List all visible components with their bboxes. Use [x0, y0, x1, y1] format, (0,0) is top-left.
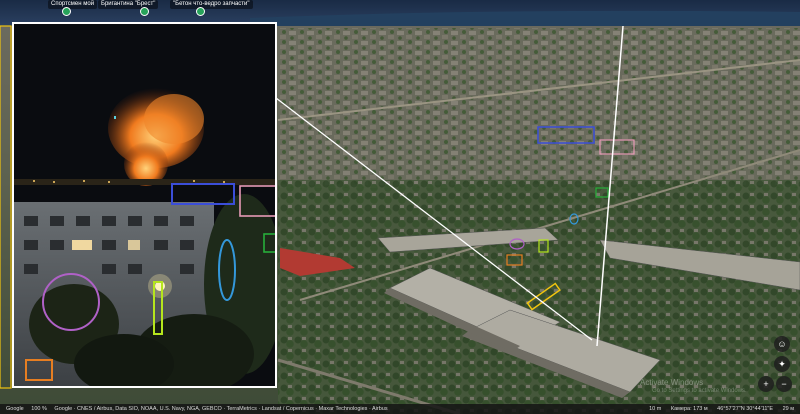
place-label-1[interactable]: Спортсмен мой: [48, 0, 98, 9]
elevation: 29 м: [782, 406, 794, 412]
place-pin-icon[interactable]: [62, 7, 71, 16]
place-pin-icon[interactable]: [140, 7, 149, 16]
zoom-in-button[interactable]: +: [758, 376, 774, 392]
zoom-out-button[interactable]: −: [776, 376, 792, 392]
attribution-text: Google · CNES / Airbus, Data SIO, NOAA, …: [54, 406, 388, 412]
scale-bar[interactable]: 10 m: [649, 406, 661, 412]
activate-windows-hint: Go to Settings to activate Windows.: [652, 388, 747, 394]
coordinates: 46°57'27"N 30°44'11"E: [717, 406, 774, 412]
overlay-photo-inset: [12, 22, 277, 388]
zoom-level[interactable]: 100 %: [31, 406, 47, 412]
place-label-3[interactable]: "Бетон что-ведро запчасти": [170, 0, 253, 9]
camera-altitude: Камера: 173 м: [670, 406, 708, 412]
place-pin-icon[interactable]: [196, 7, 205, 16]
google-logo: Google: [6, 406, 24, 412]
status-bar: Google 100 % Google · CNES / Airbus, Dat…: [0, 404, 800, 414]
compass-icon[interactable]: ✦: [774, 356, 790, 372]
activate-windows-watermark: Activate Windows: [640, 378, 704, 387]
map-controls: ☺ ✦ + −: [758, 336, 792, 396]
place-label-2[interactable]: Бригантина "Брест": [98, 0, 159, 9]
pegman-icon[interactable]: ☺: [774, 336, 790, 352]
